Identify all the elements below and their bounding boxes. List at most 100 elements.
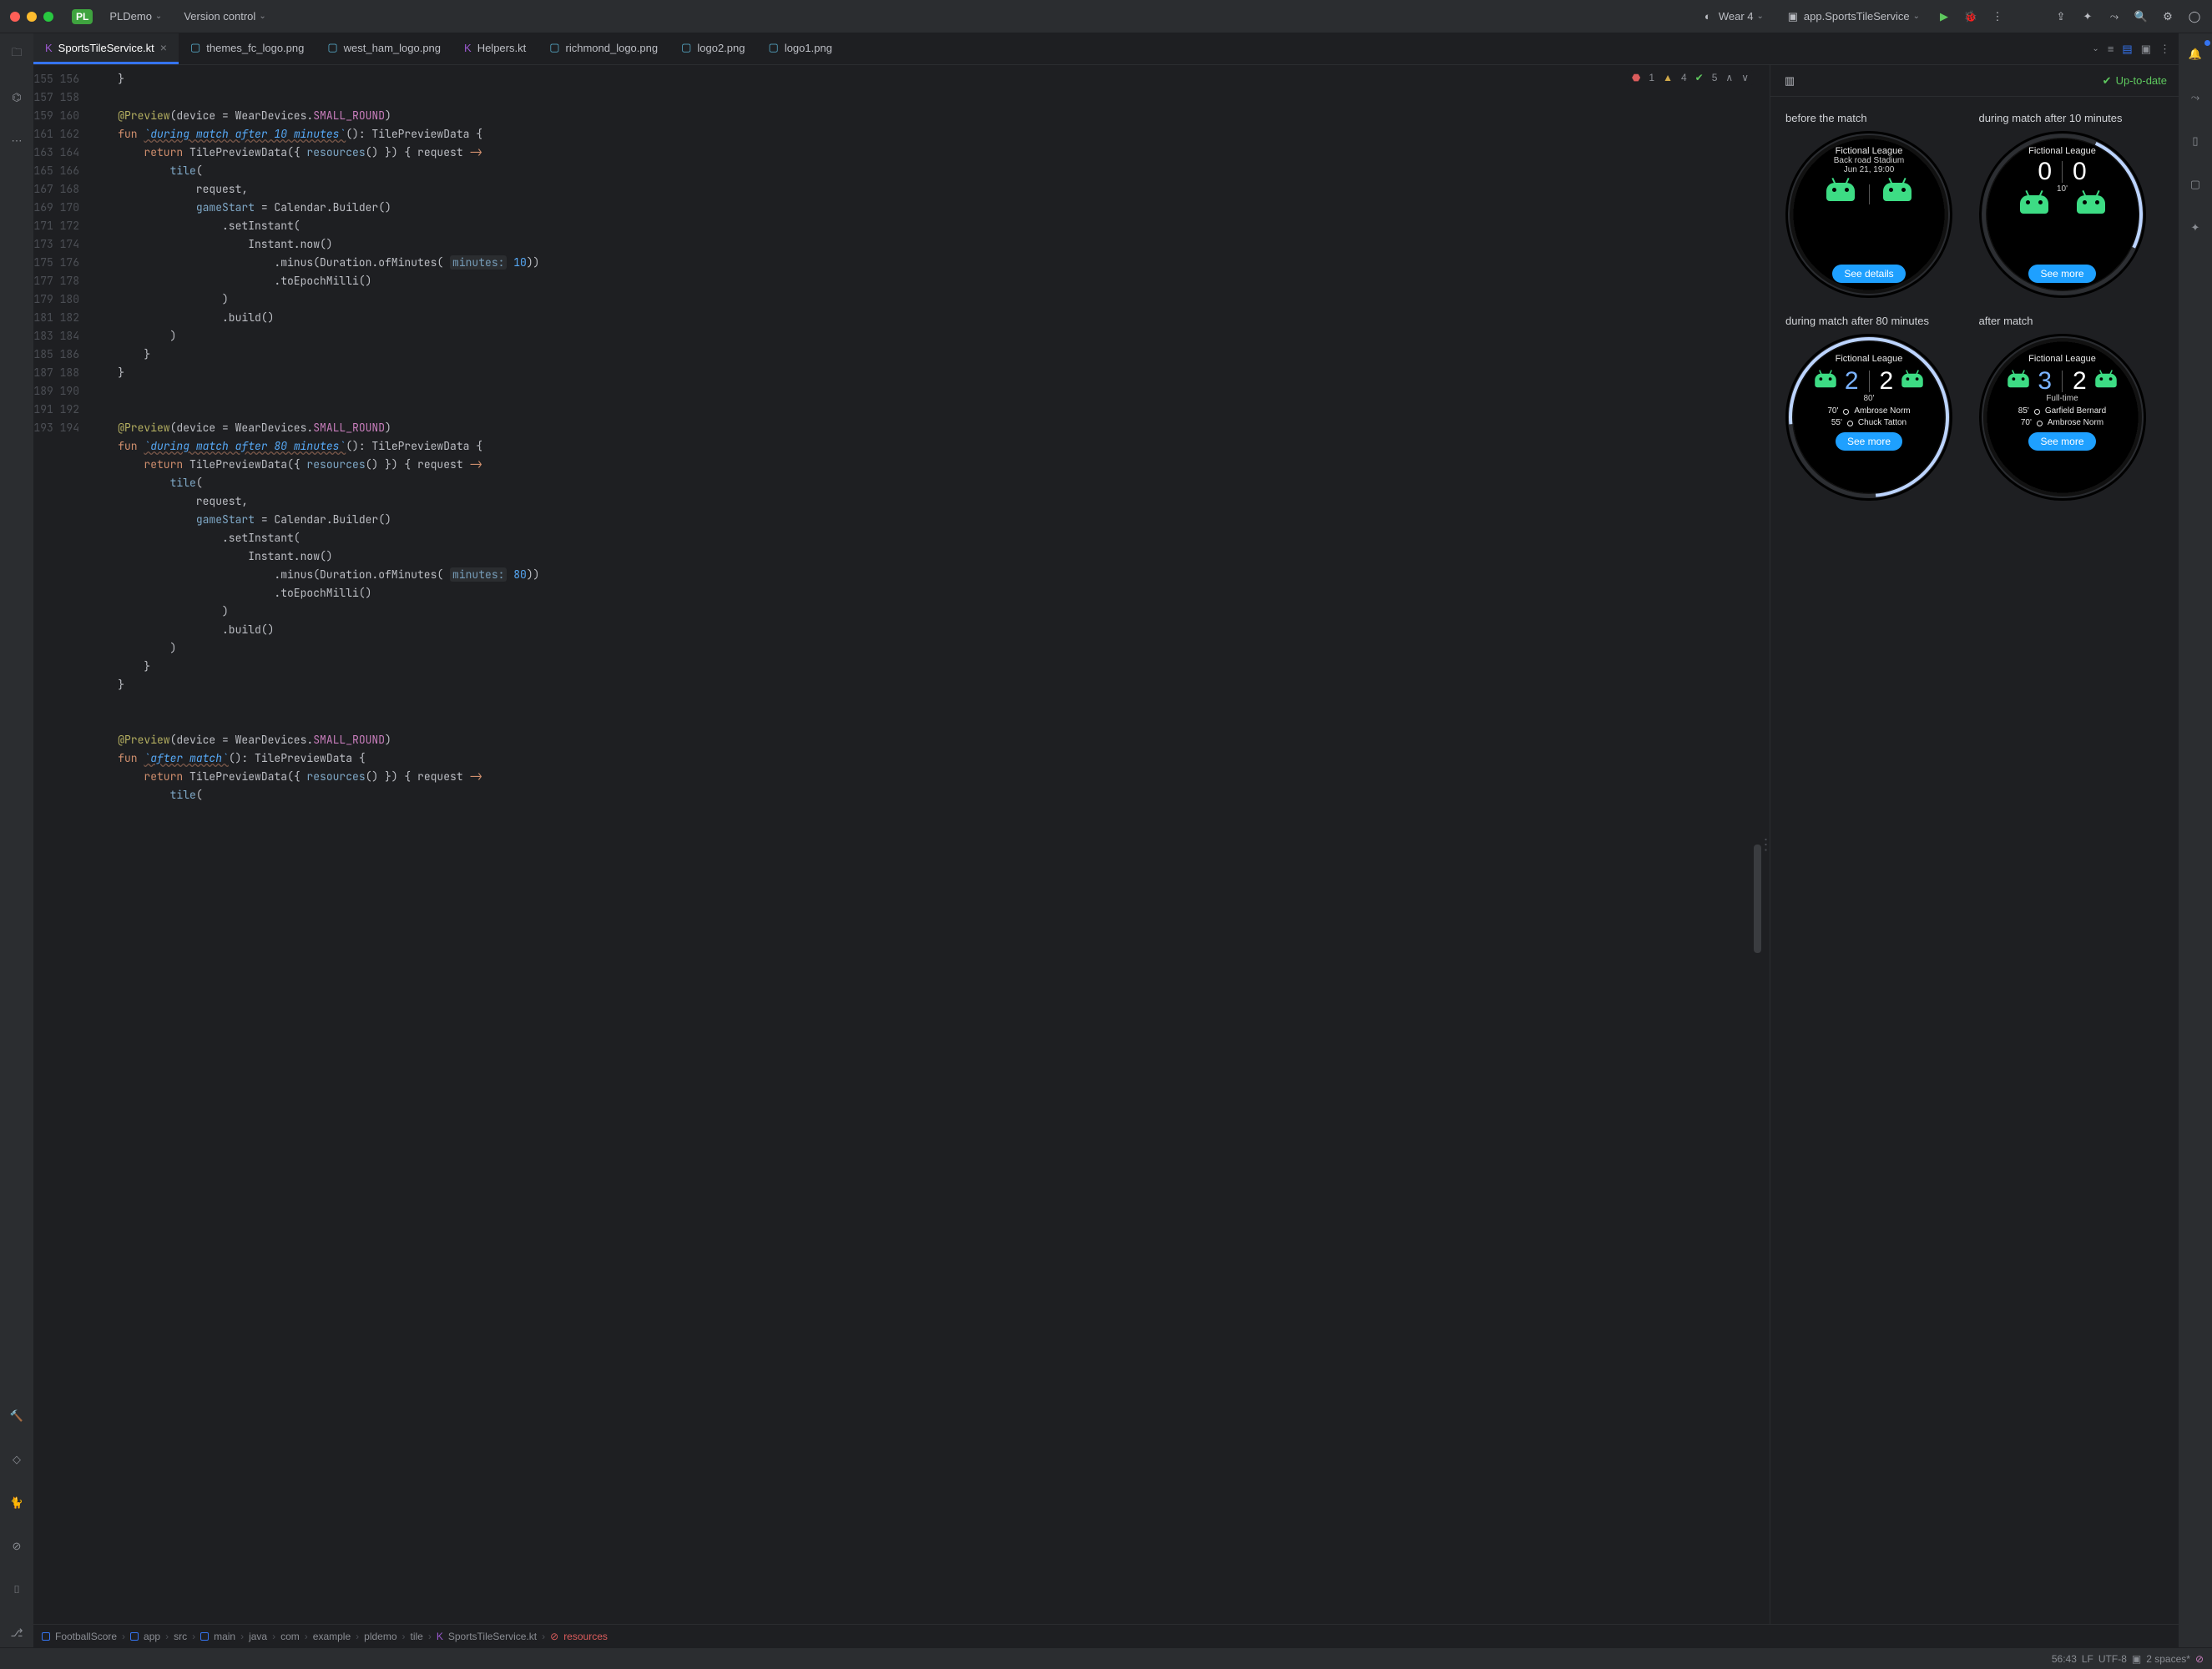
crumb[interactable]: example xyxy=(313,1631,351,1642)
android-icon xyxy=(1883,183,1912,201)
notifications-icon[interactable]: 🔔 xyxy=(2181,40,2209,68)
project-badge[interactable]: PL xyxy=(72,9,93,24)
watch-face[interactable]: Fictional League Back road Stadium Jun 2… xyxy=(1785,131,1952,298)
run-config-selector[interactable]: ▣ app.SportsTileService⌄ xyxy=(1780,6,1925,28)
device-icon: ◐ xyxy=(1700,9,1715,24)
tab-richmond-logo[interactable]: ▢richmond_logo.png xyxy=(538,33,669,64)
app-inspection-icon[interactable]: ⤳ xyxy=(2107,9,2122,24)
next-highlight-icon[interactable]: ∨ xyxy=(1741,72,1749,83)
preview-layout-icon[interactable]: ▥ xyxy=(1782,73,1797,88)
crumb[interactable]: main xyxy=(214,1631,235,1642)
warning-count: 4 xyxy=(1681,72,1687,83)
terminal-tool-icon[interactable]: ⌷ xyxy=(3,1576,31,1604)
crumb[interactable]: pldemo xyxy=(364,1631,396,1642)
favorites-tool-icon[interactable]: ◇ xyxy=(3,1445,31,1474)
watch-face[interactable]: Fictional League 32 Full-time 85'Garfiel… xyxy=(1979,334,2146,501)
see-more-button[interactable]: See more xyxy=(2028,432,2095,451)
module-icon xyxy=(200,1632,209,1641)
account-icon[interactable]: ◯ xyxy=(2187,9,2202,24)
preview-during-10: during match after 10 minutes Fictional … xyxy=(1979,112,2164,298)
window-controls[interactable] xyxy=(10,12,53,22)
emulator-tool-icon[interactable]: ▢ xyxy=(2181,170,2209,199)
project-tool-icon[interactable]: 🗀 xyxy=(3,40,31,68)
profiler-icon[interactable]: ✦ xyxy=(2080,9,2095,24)
device-selector[interactable]: ◐ Wear 4⌄ xyxy=(1695,6,1769,28)
debug-button[interactable]: 🐞 xyxy=(1963,9,1978,24)
run-button[interactable]: ▶ xyxy=(1937,9,1952,24)
crumb[interactable]: com xyxy=(280,1631,300,1642)
code-area[interactable]: } @Preview(device = WearDevices.SMALL_RO… xyxy=(92,65,1762,1624)
android-icon xyxy=(1901,374,1923,388)
module-icon xyxy=(130,1632,139,1641)
indent-status[interactable]: 2 spaces* xyxy=(2146,1653,2190,1665)
device-manager-icon[interactable]: ▯ xyxy=(2181,127,2209,155)
prev-highlight-icon[interactable]: ∧ xyxy=(1725,72,1733,83)
view-mode-design-icon[interactable]: ▣ xyxy=(2141,43,2151,56)
crumb[interactable]: FootballScore xyxy=(55,1631,117,1642)
ok-count: 5 xyxy=(1712,72,1718,83)
view-mode-split-icon[interactable]: ▤ xyxy=(2122,43,2132,56)
editor-tabs: K SportsTileService.kt × ▢themes_fc_logo… xyxy=(33,33,2179,65)
watch-face[interactable]: Fictional League 22 80' 70'Ambrose Norm … xyxy=(1785,334,1952,501)
image-file-icon: ▢ xyxy=(327,41,337,54)
code-with-me-icon[interactable]: ⇪ xyxy=(2053,9,2068,24)
vcs-tool-icon[interactable]: ⎇ xyxy=(3,1619,31,1647)
assistant-icon[interactable]: ✦ xyxy=(2181,214,2209,242)
readonly-icon[interactable]: ▣ xyxy=(2132,1653,2141,1665)
project-selector[interactable]: PLDemo⌄ xyxy=(104,7,167,26)
more-tools-icon[interactable]: ⋯ xyxy=(3,127,31,155)
file-encoding[interactable]: UTF-8 xyxy=(2098,1653,2127,1665)
inspections-widget[interactable]: ⬣1 ▲4 ✔5 ∧ ∨ xyxy=(1627,70,1754,85)
android-icon xyxy=(2008,374,2030,388)
watch-face[interactable]: Fictional League 00 10' See more xyxy=(1979,131,2146,298)
crumb[interactable]: SportsTileService.kt xyxy=(448,1631,537,1642)
code-editor[interactable]: 155 156 157 158 159 160 161 162 163 164 … xyxy=(33,65,1762,1624)
logcat-tool-icon[interactable]: 🐈 xyxy=(3,1489,31,1517)
tab-logo2[interactable]: ▢logo2.png xyxy=(669,33,756,64)
more-actions-icon[interactable]: ⋮ xyxy=(1990,9,2005,24)
tab-themes-fc-logo[interactable]: ▢themes_fc_logo.png xyxy=(179,33,316,64)
tab-label: SportsTileService.kt xyxy=(58,42,154,54)
preview-title: during match after 80 minutes xyxy=(1785,315,1929,327)
crumb[interactable]: java xyxy=(249,1631,267,1642)
close-icon[interactable]: × xyxy=(160,41,167,54)
build-tool-icon[interactable]: 🔨 xyxy=(3,1402,31,1430)
image-file-icon: ▢ xyxy=(769,41,779,54)
ok-icon: ✔ xyxy=(1695,72,1704,83)
module-icon xyxy=(42,1632,50,1641)
minimize-window-icon[interactable] xyxy=(27,12,37,22)
android-icon xyxy=(1826,183,1855,201)
crumb[interactable]: src xyxy=(174,1631,187,1642)
tab-west-ham-logo[interactable]: ▢west_ham_logo.png xyxy=(316,33,452,64)
tab-label: richmond_logo.png xyxy=(566,42,659,54)
settings-icon[interactable]: ⚙ xyxy=(2160,9,2175,24)
crumb[interactable]: tile xyxy=(411,1631,423,1642)
preview-panel: ▥ ✔Up-to-date before the match Fictional… xyxy=(1770,65,2179,1624)
split-handle[interactable]: ⋮ xyxy=(1762,65,1770,1624)
see-details-button[interactable]: See details xyxy=(1832,265,1905,283)
tabs-dropdown-icon[interactable]: ⌄ xyxy=(2092,44,2098,53)
gradle-tool-icon[interactable]: ⤳ xyxy=(2181,83,2209,112)
close-window-icon[interactable] xyxy=(10,12,20,22)
tab-logo1[interactable]: ▢logo1.png xyxy=(757,33,844,64)
lock-icon[interactable]: ⊘ xyxy=(2195,1653,2204,1665)
preview-during-80: during match after 80 minutes Fictional … xyxy=(1785,315,1971,501)
tab-helpers[interactable]: KHelpers.kt xyxy=(452,33,538,64)
structure-tool-icon[interactable]: ⌬ xyxy=(3,83,31,112)
crumb[interactable]: app xyxy=(144,1631,160,1642)
warning-icon: ▲ xyxy=(1663,72,1673,83)
zoom-window-icon[interactable] xyxy=(43,12,53,22)
search-icon[interactable]: 🔍 xyxy=(2134,9,2149,24)
vcs-selector[interactable]: Version control⌄ xyxy=(179,7,270,26)
problems-tool-icon[interactable]: ⊘ xyxy=(3,1532,31,1561)
tab-options-icon[interactable]: ⋮ xyxy=(2159,43,2170,56)
breadcrumbs[interactable]: FootballScore› app› src› main› java› com… xyxy=(33,1624,2179,1647)
preview-title: before the match xyxy=(1785,112,1867,124)
view-mode-code-icon[interactable]: ≡ xyxy=(2108,43,2114,55)
editor-scrollbar[interactable] xyxy=(1754,845,1761,953)
android-icon xyxy=(1815,374,1836,388)
line-separator[interactable]: LF xyxy=(2082,1653,2093,1665)
crumb[interactable]: resources xyxy=(563,1631,608,1642)
tab-sports-tile-service[interactable]: K SportsTileService.kt × xyxy=(33,33,179,64)
caret-position[interactable]: 56:43 xyxy=(2052,1653,2077,1665)
